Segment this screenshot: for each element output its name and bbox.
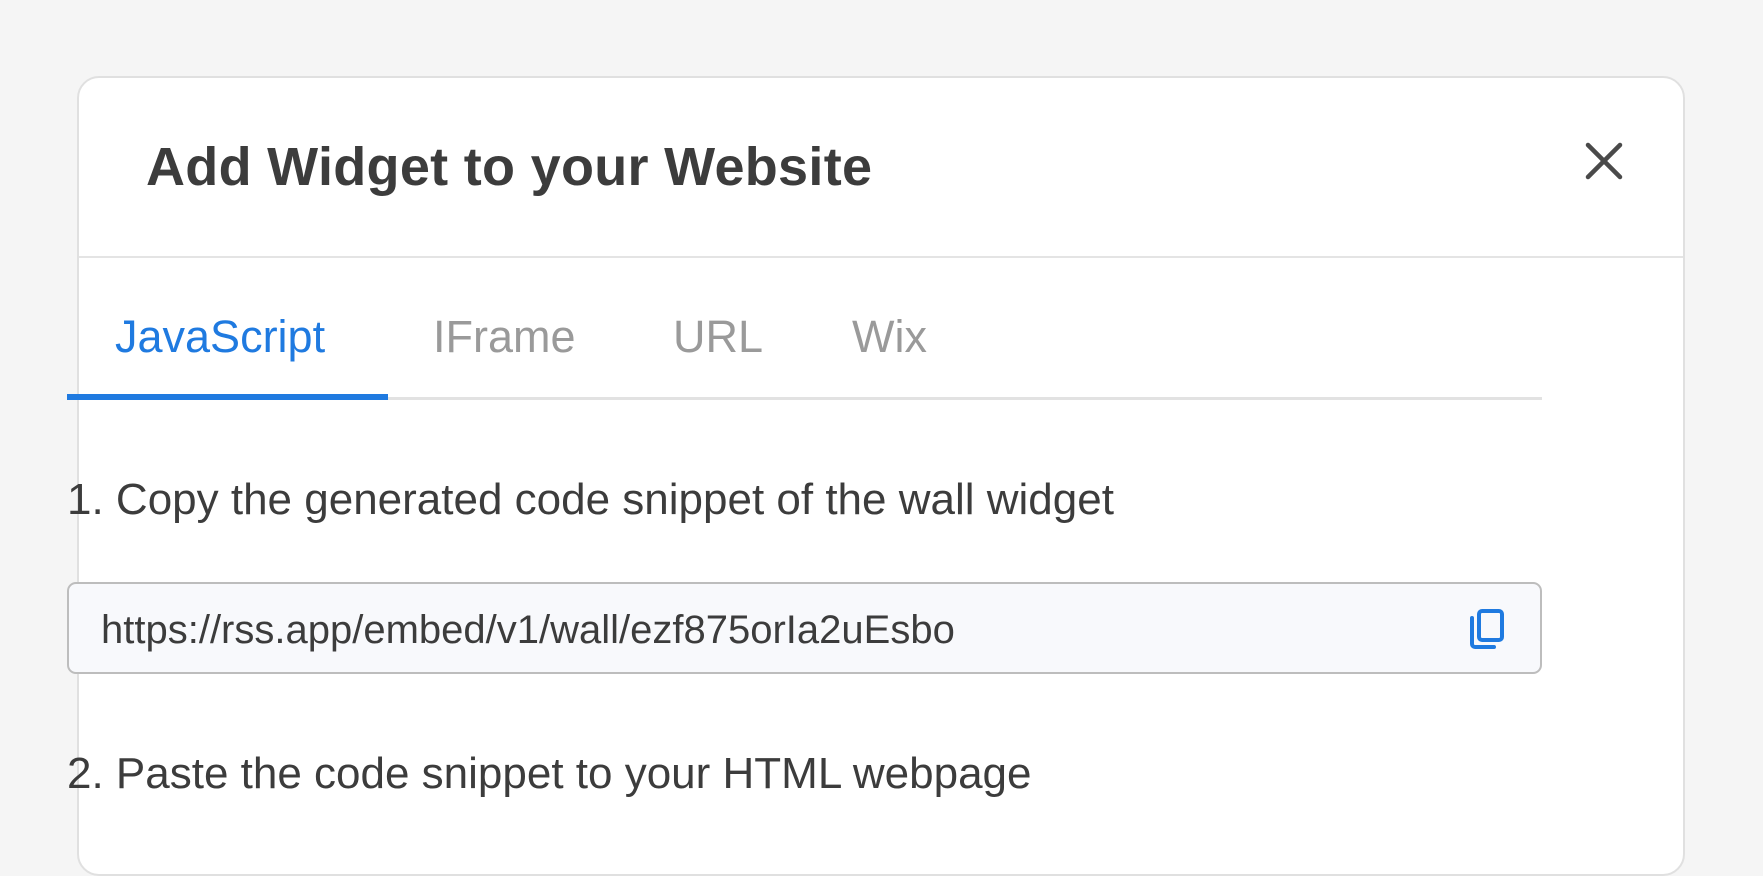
copy-icon — [1470, 609, 1504, 649]
active-tab-indicator — [67, 394, 388, 400]
tab-iframe[interactable]: IFrame — [433, 314, 576, 359]
tab-bar: JavaScript IFrame URL Wix — [67, 258, 1542, 400]
modal-title: Add Widget to your Website — [146, 137, 873, 197]
step-1-instruction: 1. Copy the generated code snippet of th… — [67, 475, 1114, 524]
close-icon — [1585, 142, 1623, 180]
code-snippet-text[interactable]: https://rss.app/embed/v1/wall/ezf875orIa… — [101, 610, 955, 650]
step-2-instruction: 2. Paste the code snippet to your HTML w… — [67, 749, 1032, 798]
tab-wix[interactable]: Wix — [852, 314, 927, 359]
tab-url[interactable]: URL — [673, 314, 763, 359]
copy-button[interactable] — [1466, 608, 1506, 650]
close-button[interactable] — [1577, 134, 1631, 188]
code-snippet-field[interactable]: https://rss.app/embed/v1/wall/ezf875orIa… — [67, 582, 1542, 674]
tab-javascript[interactable]: JavaScript — [115, 314, 325, 359]
modal-header: Add Widget to your Website — [79, 78, 1683, 258]
